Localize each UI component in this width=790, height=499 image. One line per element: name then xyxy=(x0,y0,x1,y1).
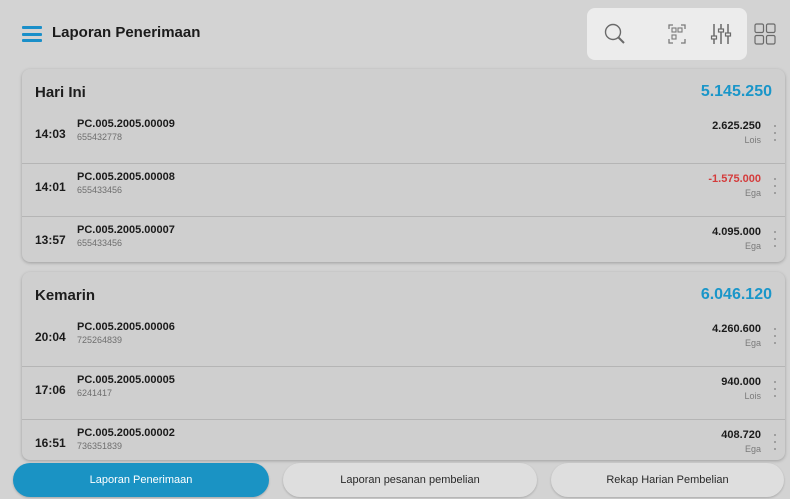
tab-laporan-penerimaan[interactable]: Laporan Penerimaan xyxy=(13,463,269,497)
more-options-icon[interactable] xyxy=(772,381,778,397)
row-subcode: 655433456 xyxy=(77,238,123,248)
more-options-icon[interactable] xyxy=(772,328,778,344)
row-code: PC.005.2005.00007 xyxy=(77,224,175,236)
section-total: 6.046.120 xyxy=(700,286,772,303)
row-time: 16:51 xyxy=(35,436,66,450)
row-code: PC.005.2005.00005 xyxy=(77,374,175,386)
tab-rekap-harian-pembelian[interactable]: Rekap Harian Pembelian xyxy=(551,463,784,497)
more-options-icon[interactable] xyxy=(772,231,778,247)
row-amount: 2.625.250 xyxy=(712,120,761,132)
section-total: 5.145.250 xyxy=(700,83,772,100)
menu-icon[interactable] xyxy=(22,26,42,42)
transaction-row[interactable]: 20:04 PC.005.2005.00006 725264839 4.260.… xyxy=(22,314,785,367)
transaction-row[interactable]: 17:06 PC.005.2005.00005 6241417 940.000 … xyxy=(22,367,785,420)
row-code: PC.005.2005.00008 xyxy=(77,171,175,183)
transaction-row[interactable]: 16:51 PC.005.2005.00002 736351839 408.72… xyxy=(22,420,785,460)
scan-icon[interactable] xyxy=(657,8,697,60)
row-person: Ega xyxy=(744,338,761,348)
filter-icon[interactable] xyxy=(701,8,741,60)
row-subcode: 736351839 xyxy=(77,441,123,451)
section-card-today: Hari Ini 5.145.250 14:03 PC.005.2005.000… xyxy=(22,69,785,262)
row-subcode: 725264839 xyxy=(77,335,123,345)
search-icon[interactable] xyxy=(595,8,635,60)
row-subcode: 655432778 xyxy=(77,132,123,142)
transaction-row[interactable]: 14:01 PC.005.2005.00008 655433456 -1.575… xyxy=(22,164,785,217)
transaction-row[interactable]: 14:03 PC.005.2005.00009 655432778 2.625.… xyxy=(22,111,785,164)
row-person: Lois xyxy=(744,135,761,145)
row-time: 17:06 xyxy=(35,383,66,397)
row-amount: 408.720 xyxy=(721,429,761,441)
row-person: Ega xyxy=(744,188,761,198)
row-time: 14:03 xyxy=(35,127,66,141)
row-amount: -1.575.000 xyxy=(708,173,761,185)
grid-view-icon[interactable] xyxy=(754,23,776,50)
section-title: Kemarin xyxy=(35,287,96,304)
section-header: Hari Ini 5.145.250 xyxy=(22,69,785,111)
row-subcode: 6241417 xyxy=(77,388,113,398)
app-header: Laporan Penerimaan xyxy=(0,0,790,66)
section-card-yesterday: Kemarin 6.046.120 20:04 PC.005.2005.0000… xyxy=(22,272,785,460)
row-code: PC.005.2005.00002 xyxy=(77,427,175,439)
row-time: 13:57 xyxy=(35,233,66,247)
row-person: Lois xyxy=(744,391,761,401)
bottom-tab-bar: Laporan Penerimaan Laporan pesanan pembe… xyxy=(0,462,790,499)
row-time: 20:04 xyxy=(35,330,66,344)
transaction-row[interactable]: 13:57 PC.005.2005.00007 655433456 4.095.… xyxy=(22,217,785,262)
row-code: PC.005.2005.00009 xyxy=(77,118,175,130)
toolbar xyxy=(587,8,747,60)
row-time: 14:01 xyxy=(35,180,66,194)
more-options-icon[interactable] xyxy=(772,434,778,450)
row-amount: 4.095.000 xyxy=(712,226,761,238)
row-person: Ega xyxy=(744,241,761,251)
row-subcode: 655433456 xyxy=(77,185,123,195)
row-person: Ega xyxy=(744,444,761,454)
more-options-icon[interactable] xyxy=(772,178,778,194)
section-header: Kemarin 6.046.120 xyxy=(22,272,785,314)
row-amount: 4.260.600 xyxy=(712,323,761,335)
row-code: PC.005.2005.00006 xyxy=(77,321,175,333)
section-title: Hari Ini xyxy=(35,84,86,101)
page-title: Laporan Penerimaan xyxy=(52,24,201,41)
tab-laporan-pesanan-pembelian[interactable]: Laporan pesanan pembelian xyxy=(283,463,537,497)
row-amount: 940.000 xyxy=(721,376,761,388)
more-options-icon[interactable] xyxy=(772,125,778,141)
